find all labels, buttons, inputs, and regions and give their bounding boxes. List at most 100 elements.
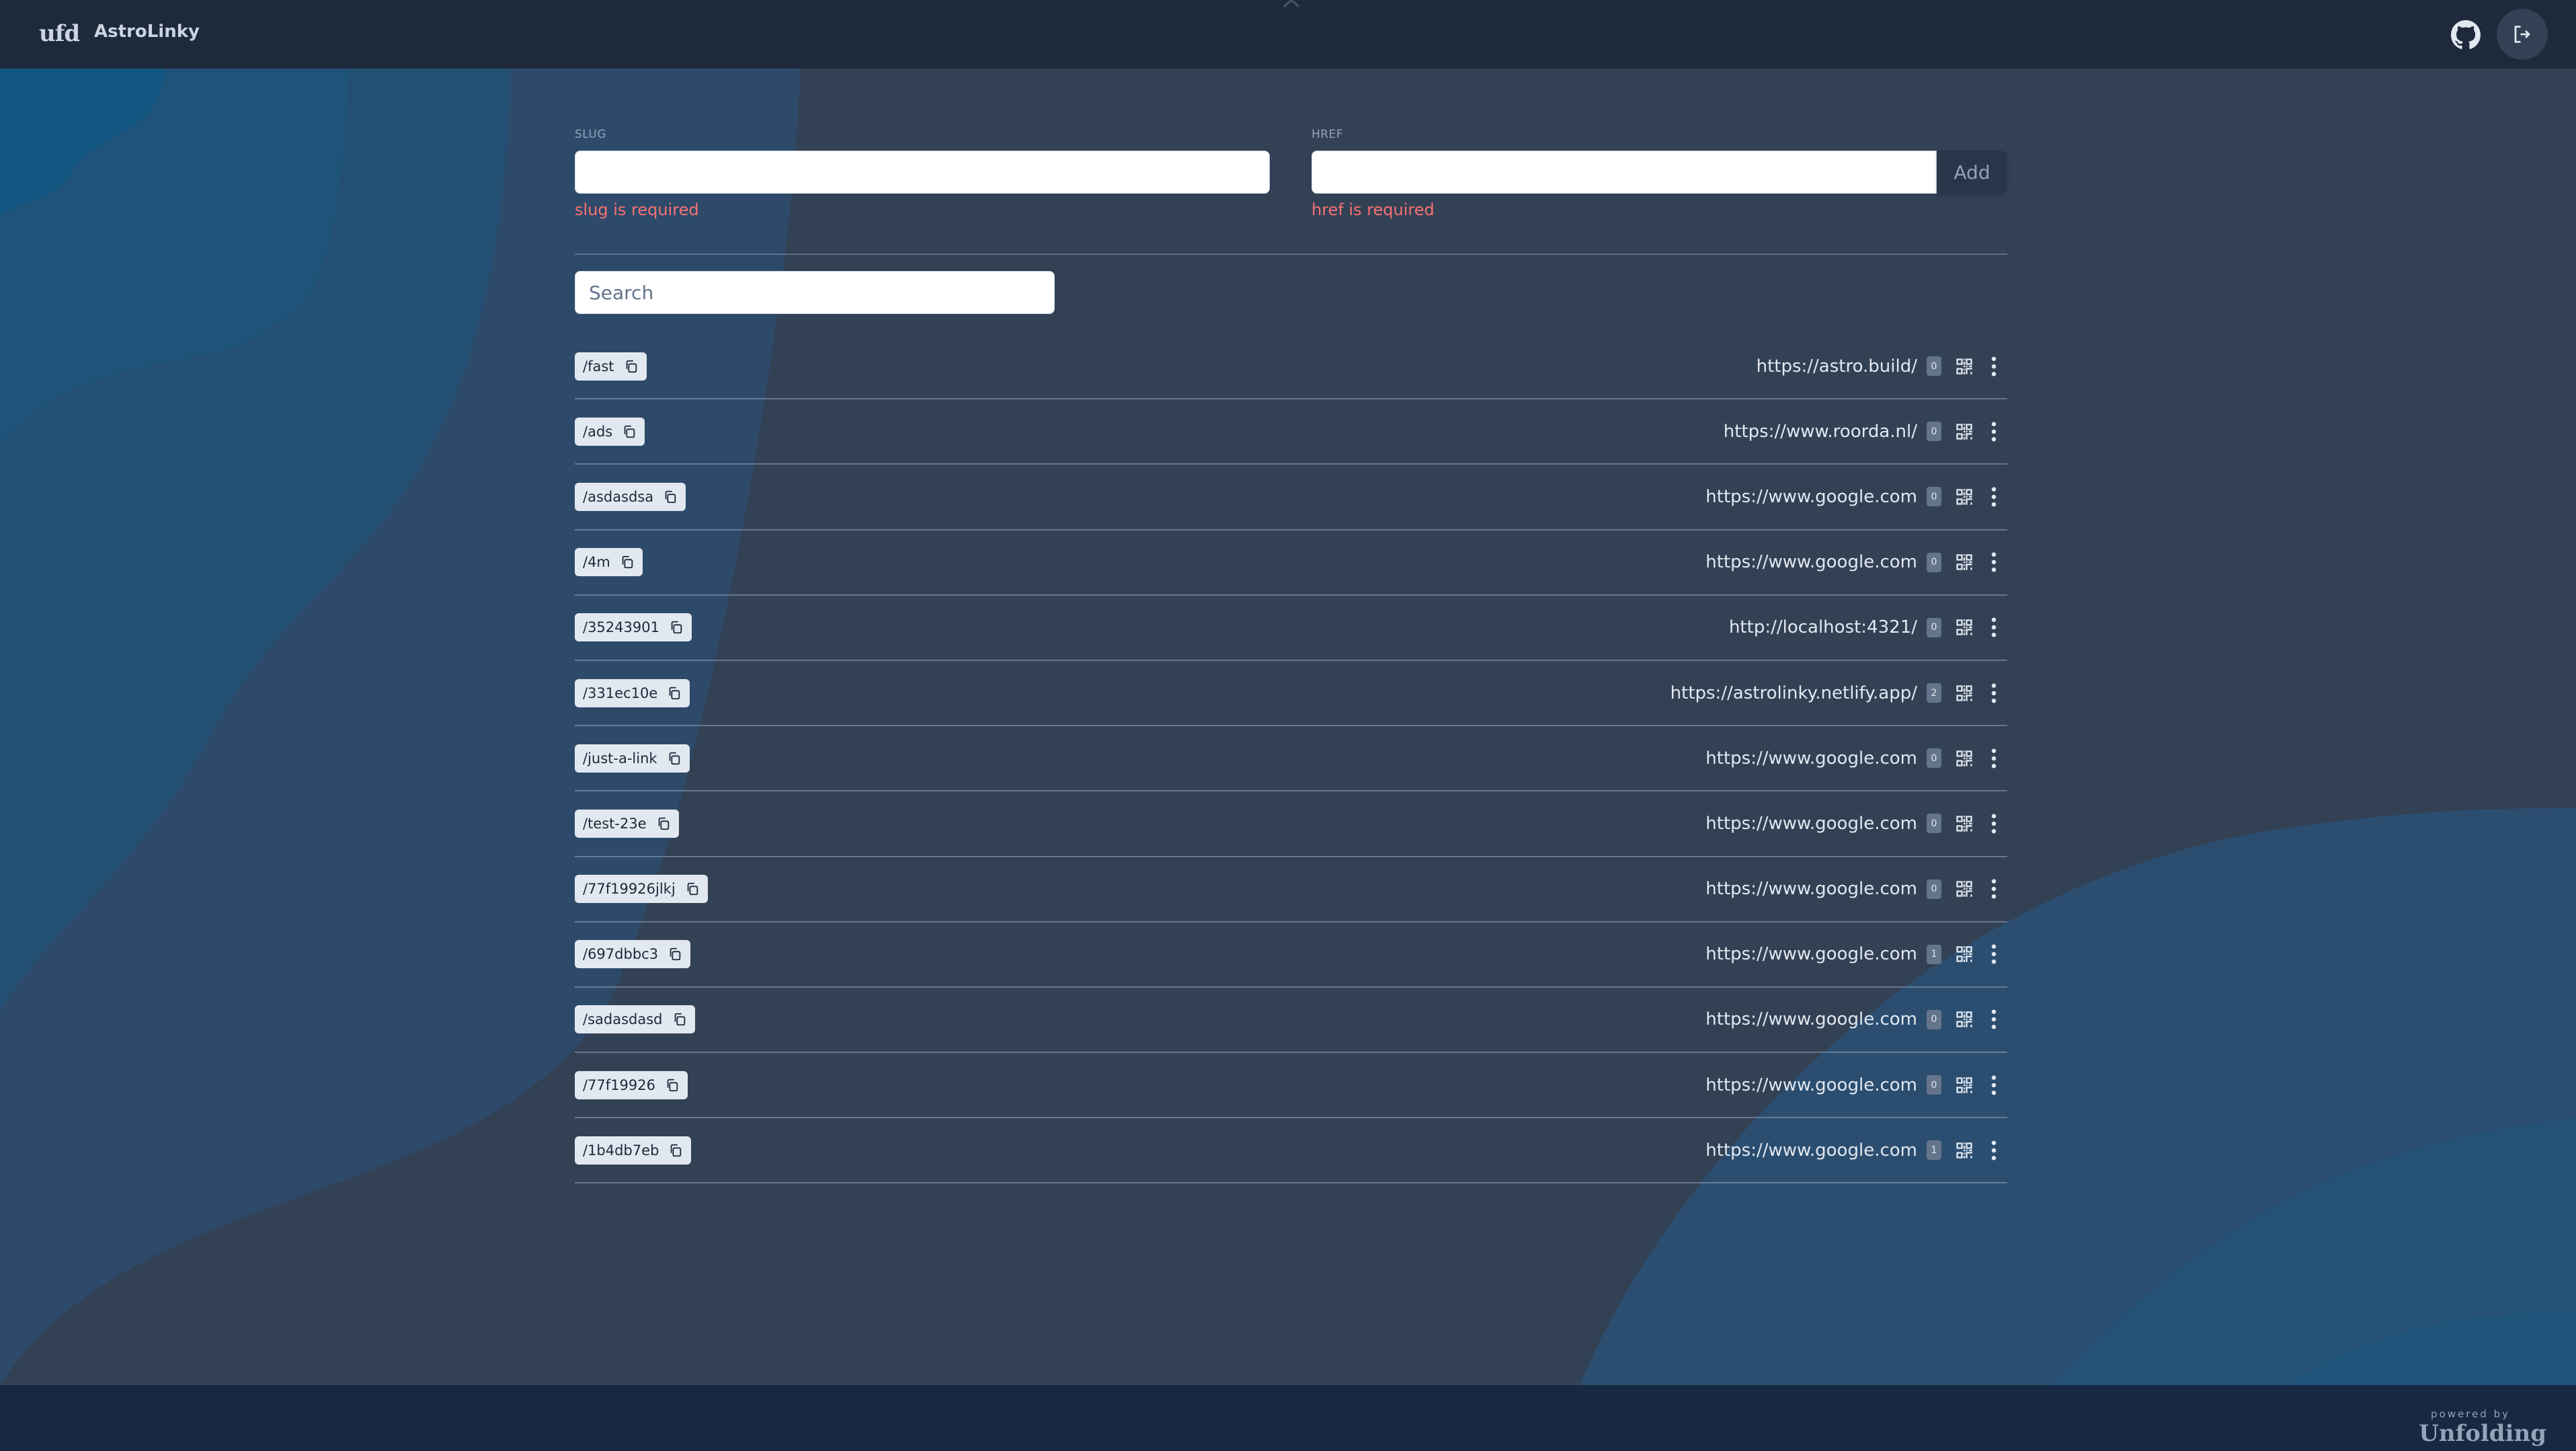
more-vertical-icon[interactable] — [1990, 879, 1998, 899]
slug-input[interactable] — [575, 151, 1270, 194]
link-details: https://www.google.com 0 — [1705, 748, 2007, 769]
copy-icon[interactable] — [668, 947, 682, 962]
href-text[interactable]: http://localhost:4321/ — [1729, 617, 1917, 637]
qr-code-icon[interactable] — [1955, 879, 1974, 898]
visit-count-badge: 2 — [1927, 683, 1941, 703]
app-footer: powered by Unfolding — [0, 1385, 2576, 1451]
slug-badge[interactable]: /77f19926 — [575, 1070, 688, 1099]
link-details: https://www.google.com 0 — [1705, 879, 2007, 899]
more-vertical-icon[interactable] — [1990, 422, 1998, 442]
href-text[interactable]: https://www.google.com — [1705, 552, 1917, 572]
link-details: https://astro.build/ 0 — [1757, 356, 2007, 377]
href-text[interactable]: https://www.google.com — [1705, 1140, 1917, 1161]
chevron-up-icon[interactable] — [1283, 0, 1300, 8]
qr-code-icon[interactable] — [1955, 422, 1974, 441]
slug-text: /35243901 — [583, 619, 659, 636]
href-text[interactable]: https://www.google.com — [1705, 814, 1917, 834]
qr-code-icon[interactable] — [1955, 357, 1974, 376]
slug-badge[interactable]: /test-23e — [575, 809, 679, 838]
copy-icon[interactable] — [665, 1078, 680, 1093]
href-input[interactable] — [1312, 151, 1937, 194]
slug-badge[interactable]: /asdasdsa — [575, 482, 686, 511]
slug-badge[interactable]: /ads — [575, 417, 645, 446]
copy-icon[interactable] — [685, 881, 700, 896]
github-icon[interactable] — [2451, 20, 2481, 50]
link-row: /1b4db7eb https://www.google.com 1 — [575, 1118, 2007, 1184]
visit-count-badge: 1 — [1927, 944, 1941, 964]
href-text[interactable]: https://www.roorda.nl/ — [1724, 422, 1917, 442]
copy-icon[interactable] — [620, 555, 635, 570]
href-text[interactable]: https://astro.build/ — [1757, 356, 1917, 377]
more-vertical-icon[interactable] — [1990, 487, 1998, 507]
form-divider — [575, 253, 2007, 255]
copy-icon[interactable] — [624, 359, 639, 374]
add-link-form: SLUG slug is required HREF href is requi… — [575, 128, 2007, 222]
unfolding-logo[interactable]: Unfolding — [2419, 1420, 2546, 1447]
qr-code-icon[interactable] — [1955, 487, 1974, 506]
copy-icon[interactable] — [667, 686, 682, 701]
logo[interactable]: ufd — [39, 20, 80, 47]
qr-code-icon[interactable] — [1955, 684, 1974, 703]
link-details: https://www.google.com 0 — [1705, 814, 2007, 834]
href-text[interactable]: https://www.google.com — [1705, 879, 1917, 899]
slug-badge[interactable]: /331ec10e — [575, 678, 690, 707]
qr-code-icon[interactable] — [1955, 618, 1974, 637]
href-text[interactable]: https://www.google.com — [1705, 944, 1917, 964]
add-button[interactable]: Add — [1937, 151, 2007, 194]
qr-code-icon[interactable] — [1955, 1076, 1974, 1095]
href-text[interactable]: https://astrolinky.netlify.app/ — [1671, 683, 1917, 703]
link-details: https://www.google.com 0 — [1705, 552, 2007, 572]
more-vertical-icon[interactable] — [1990, 552, 1998, 572]
slug-badge[interactable]: /697dbbc3 — [575, 940, 691, 969]
href-text[interactable]: https://www.google.com — [1705, 748, 1917, 769]
href-error: href is required — [1312, 200, 1435, 219]
more-vertical-icon[interactable] — [1990, 356, 1998, 377]
slug-badge[interactable]: /just-a-link — [575, 744, 690, 773]
slug-text: /just-a-link — [583, 750, 657, 767]
slug-badge[interactable]: /35243901 — [575, 613, 692, 642]
copy-icon[interactable] — [663, 489, 678, 504]
link-details: https://www.google.com 0 — [1705, 1075, 2007, 1095]
more-vertical-icon[interactable] — [1990, 1140, 1998, 1161]
qr-code-icon[interactable] — [1955, 814, 1974, 833]
slug-badge[interactable]: /4m — [575, 548, 643, 577]
search-input[interactable] — [575, 271, 1055, 314]
href-text[interactable]: https://www.google.com — [1705, 487, 1917, 507]
slug-text: /1b4db7eb — [583, 1142, 659, 1159]
more-vertical-icon[interactable] — [1990, 814, 1998, 834]
qr-code-icon[interactable] — [1955, 749, 1974, 768]
visit-count-badge: 0 — [1927, 814, 1941, 834]
more-vertical-icon[interactable] — [1990, 683, 1998, 703]
slug-text: /sadasdasd — [583, 1011, 663, 1028]
copy-icon[interactable] — [656, 816, 671, 831]
copy-icon[interactable] — [622, 424, 637, 439]
slug-badge[interactable]: /fast — [575, 352, 647, 381]
slug-text: /77f19926 — [583, 1076, 655, 1093]
copy-icon[interactable] — [668, 1143, 683, 1158]
qr-code-icon[interactable] — [1955, 553, 1974, 572]
more-vertical-icon[interactable] — [1990, 944, 1998, 964]
slug-badge[interactable]: /77f19926jlkj — [575, 875, 708, 904]
copy-icon[interactable] — [672, 1012, 687, 1027]
app-title[interactable]: AstroLinky — [94, 22, 200, 42]
link-row: /just-a-link https://www.google.com 0 — [575, 726, 2007, 792]
qr-code-icon[interactable] — [1955, 1141, 1974, 1160]
qr-code-icon[interactable] — [1955, 945, 1974, 964]
more-vertical-icon[interactable] — [1990, 748, 1998, 769]
qr-code-icon[interactable] — [1955, 1010, 1974, 1029]
slug-badge[interactable]: /sadasdasd — [575, 1005, 695, 1034]
link-row: /697dbbc3 https://www.google.com 1 — [575, 923, 2007, 988]
visit-count-badge: 0 — [1927, 617, 1941, 637]
more-vertical-icon[interactable] — [1990, 1075, 1998, 1095]
logout-button[interactable] — [2497, 9, 2548, 60]
more-vertical-icon[interactable] — [1990, 1009, 1998, 1029]
more-vertical-icon[interactable] — [1990, 617, 1998, 637]
link-row: /77f19926 https://www.google.com 0 — [575, 1053, 2007, 1119]
link-row: /331ec10e https://astrolinky.netlify.app… — [575, 661, 2007, 727]
copy-icon[interactable] — [669, 620, 684, 635]
slug-error: slug is required — [575, 200, 699, 219]
href-text[interactable]: https://www.google.com — [1705, 1009, 1917, 1029]
copy-icon[interactable] — [667, 751, 682, 766]
href-text[interactable]: https://www.google.com — [1705, 1075, 1917, 1095]
slug-badge[interactable]: /1b4db7eb — [575, 1136, 692, 1165]
